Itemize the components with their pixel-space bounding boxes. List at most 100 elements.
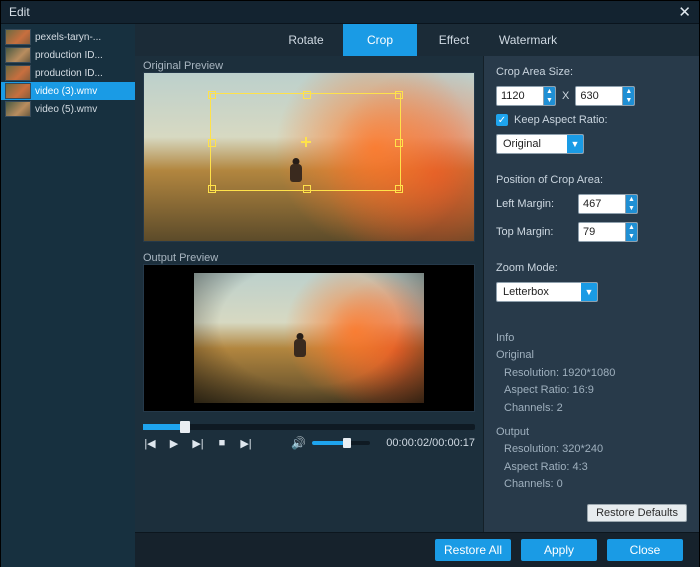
- aspect-ratio-select[interactable]: Original ▼: [496, 134, 584, 154]
- preview-column: Original Preview: [135, 56, 484, 532]
- next-frame-button[interactable]: ▶|: [191, 436, 205, 450]
- seek-bar[interactable]: [143, 424, 475, 430]
- zoom-mode-value: Letterbox: [497, 286, 581, 298]
- main: Rotate Crop Effect Watermark Original Pr…: [135, 24, 699, 567]
- output-preview: [143, 264, 475, 412]
- thumbnail-icon: [5, 47, 31, 63]
- crop-handle-bl[interactable]: [208, 185, 216, 193]
- body: pexels-taryn-... production ID... produc…: [1, 24, 699, 567]
- tabs: Rotate Crop Effect Watermark: [135, 24, 699, 56]
- footer: Restore All Apply Close: [135, 532, 699, 567]
- crop-size-row: ▲▼ X ▲▼: [496, 86, 687, 106]
- info-output-title: Output: [496, 424, 687, 442]
- top-margin-label: Top Margin:: [496, 226, 572, 238]
- thumbnail-icon: [5, 101, 31, 117]
- tab-label: Rotate: [288, 33, 323, 47]
- sidebar-item-label: production ID...: [35, 50, 103, 61]
- sidebar-item-4[interactable]: video (5).wmv: [1, 100, 135, 118]
- top-margin-input[interactable]: ▲▼: [578, 222, 638, 242]
- tab-label: Effect: [439, 33, 469, 47]
- top-margin-row: Top Margin: ▲▼: [496, 222, 687, 242]
- tab-effect[interactable]: Effect: [417, 24, 491, 56]
- aspect-ratio-value: Original: [497, 138, 567, 150]
- info-output-resolution: Resolution: 320*240: [496, 441, 687, 459]
- spin-down-icon[interactable]: ▼: [622, 96, 634, 105]
- crop-width-field[interactable]: [497, 87, 543, 105]
- position-title: Position of Crop Area:: [496, 174, 687, 186]
- crop-handle-tl[interactable]: [208, 91, 216, 99]
- spin-down-icon[interactable]: ▼: [543, 96, 555, 105]
- crop-handle-br[interactable]: [395, 185, 403, 193]
- original-preview[interactable]: [143, 72, 475, 242]
- tab-rotate[interactable]: Rotate: [269, 24, 343, 56]
- keep-aspect-checkbox[interactable]: ✓ Keep Aspect Ratio:: [496, 114, 687, 126]
- tab-crop[interactable]: Crop: [343, 24, 417, 56]
- file-sidebar: pexels-taryn-... production ID... produc…: [1, 24, 135, 567]
- sidebar-item-label: video (5).wmv: [35, 104, 97, 115]
- close-button[interactable]: Close: [607, 539, 683, 561]
- volume-icon[interactable]: 🔊: [291, 436, 306, 450]
- volume-control: 🔊: [291, 436, 370, 450]
- keep-aspect-label: Keep Aspect Ratio:: [514, 114, 608, 126]
- restore-defaults-button[interactable]: Restore Defaults: [587, 504, 687, 522]
- left-margin-row: Left Margin: ▲▼: [496, 194, 687, 214]
- thumbnail-icon: [5, 29, 31, 45]
- sidebar-item-label: video (3).wmv: [35, 86, 97, 97]
- sidebar-item-3[interactable]: video (3).wmv: [1, 82, 135, 100]
- crop-center-icon[interactable]: [301, 137, 311, 147]
- content: Original Preview: [135, 56, 699, 532]
- sidebar-item-1[interactable]: production ID...: [1, 46, 135, 64]
- spin-up-icon[interactable]: ▲: [625, 195, 637, 204]
- spin-up-icon[interactable]: ▲: [625, 223, 637, 232]
- spin-up-icon[interactable]: ▲: [622, 87, 634, 96]
- crop-width-input[interactable]: ▲▼: [496, 86, 556, 106]
- output-inner: [194, 273, 424, 403]
- chevron-down-icon: ▼: [567, 135, 583, 153]
- play-button[interactable]: ▶: [167, 436, 181, 450]
- next-button[interactable]: ▶|: [239, 436, 253, 450]
- crop-handle-tr[interactable]: [395, 91, 403, 99]
- volume-slider[interactable]: [312, 441, 370, 445]
- info-original-title: Original: [496, 347, 687, 365]
- stop-button[interactable]: ■: [215, 436, 229, 450]
- tab-label: Watermark: [499, 33, 557, 47]
- volume-knob[interactable]: [343, 438, 351, 448]
- figure-silhouette: [291, 333, 309, 359]
- player-controls: |◀ ▶ ▶| ■ ▶| 🔊 00:00:02/00:00:17: [135, 430, 483, 456]
- crop-size-title: Crop Area Size:: [496, 66, 687, 78]
- tab-watermark[interactable]: Watermark: [491, 24, 565, 56]
- crop-handle-tm[interactable]: [303, 91, 311, 99]
- seek-knob[interactable]: [180, 421, 190, 433]
- restore-all-button[interactable]: Restore All: [435, 539, 511, 561]
- info-output-ratio: Aspect Ratio: 4:3: [496, 459, 687, 477]
- sidebar-item-label: pexels-taryn-...: [35, 32, 101, 43]
- info-output-channels: Channels: 0: [496, 476, 687, 494]
- info-original-channels: Channels: 2: [496, 400, 687, 418]
- prev-button[interactable]: |◀: [143, 436, 157, 450]
- info-original-ratio: Aspect Ratio: 16:9: [496, 382, 687, 400]
- spin-down-icon[interactable]: ▼: [625, 232, 637, 241]
- crop-rectangle[interactable]: [210, 93, 401, 190]
- crop-handle-bm[interactable]: [303, 185, 311, 193]
- apply-button[interactable]: Apply: [521, 539, 597, 561]
- zoom-mode-select[interactable]: Letterbox ▼: [496, 282, 598, 302]
- crop-height-input[interactable]: ▲▼: [575, 86, 635, 106]
- close-icon[interactable]: ✕: [678, 3, 691, 21]
- crop-handle-ml[interactable]: [208, 139, 216, 147]
- settings-panel: Crop Area Size: ▲▼ X ▲▼ ✓: [484, 56, 699, 532]
- checkbox-checked-icon: ✓: [496, 114, 508, 126]
- crop-height-field[interactable]: [576, 87, 622, 105]
- top-margin-field[interactable]: [579, 223, 625, 241]
- timecode: 00:00:02/00:00:17: [386, 437, 475, 449]
- x-separator: X: [562, 90, 569, 102]
- sidebar-item-2[interactable]: production ID...: [1, 64, 135, 82]
- crop-handle-mr[interactable]: [395, 139, 403, 147]
- spin-down-icon[interactable]: ▼: [625, 204, 637, 213]
- info-title: Info: [496, 330, 687, 348]
- info-original-resolution: Resolution: 1920*1080: [496, 365, 687, 383]
- left-margin-input[interactable]: ▲▼: [578, 194, 638, 214]
- spin-up-icon[interactable]: ▲: [543, 87, 555, 96]
- left-margin-field[interactable]: [579, 195, 625, 213]
- aspect-ratio-row: Original ▼: [496, 134, 687, 154]
- sidebar-item-0[interactable]: pexels-taryn-...: [1, 28, 135, 46]
